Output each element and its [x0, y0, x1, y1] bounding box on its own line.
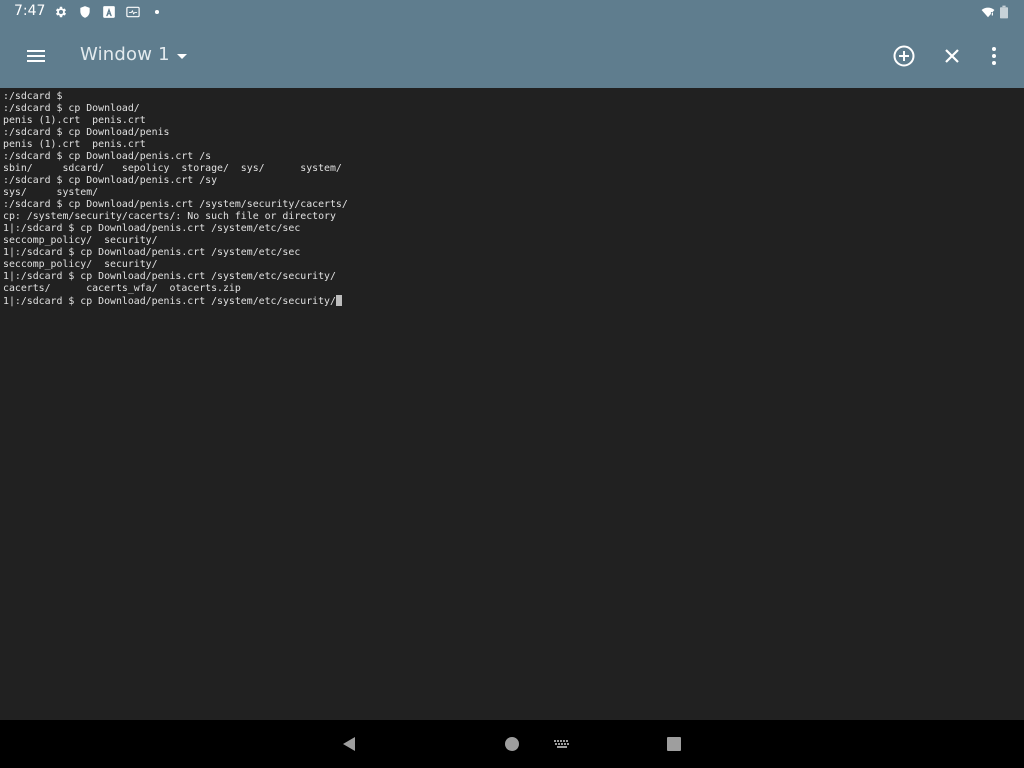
terminal-line: :/sdcard $ cp Download/penis [3, 127, 170, 138]
terminal-line: 1|:/sdcard $ cp Download/penis.crt /syst… [3, 223, 301, 234]
terminal-line: :/sdcard $ cp Download/ [3, 103, 140, 114]
font-a-icon [102, 5, 116, 19]
hamburger-menu-icon[interactable] [12, 32, 60, 80]
terminal-line: penis (1).crt penis.crt [3, 115, 146, 126]
terminal-line: sbin/ sdcard/ sepolicy storage/ sys/ sys… [3, 163, 342, 174]
terminal-current-line: 1|:/sdcard $ cp Download/penis.crt /syst… [3, 295, 1024, 307]
terminal-line: cacerts/ cacerts_wfa/ otacerts.zip [3, 283, 241, 294]
status-time: 7:47 [14, 3, 46, 19]
terminal-line: :/sdcard $ cp Download/penis.crt /system… [3, 199, 348, 210]
terminal-view[interactable]: :/sdcard $ :/sdcard $ cp Download/ penis… [0, 88, 1024, 720]
terminal-line: sys/ system/ [3, 187, 99, 198]
dot-icon [150, 5, 164, 19]
keyboard-icon[interactable] [542, 728, 582, 760]
screen-icon [125, 5, 141, 19]
recents-icon[interactable] [654, 728, 694, 760]
terminal-line: 1|:/sdcard $ cp Download/penis.crt /syst… [3, 271, 336, 282]
more-vert-icon[interactable] [970, 32, 1018, 80]
terminal-line: :/sdcard $ cp Download/penis.crt /sy [3, 175, 218, 186]
shield-icon [78, 5, 92, 19]
terminal-prompt-text: 1|:/sdcard $ cp Download/penis.crt /syst… [3, 296, 336, 307]
gear-icon [54, 5, 68, 19]
status-bar: 7:47 [0, 0, 1024, 24]
terminal-line: cp: /system/security/cacerts/: No such f… [3, 211, 336, 222]
app-toolbar: Window 1 [0, 24, 1024, 88]
terminal-line: :/sdcard $ [3, 91, 63, 102]
terminal-line: penis (1).crt penis.crt [3, 139, 146, 150]
battery-icon [999, 5, 1009, 19]
navigation-bar [0, 720, 1024, 768]
close-icon[interactable] [928, 32, 976, 80]
terminal-line: seccomp_policy/ security/ [3, 259, 158, 270]
add-circle-icon[interactable] [880, 32, 928, 80]
window-title[interactable]: Window 1 [80, 44, 170, 65]
terminal-line: :/sdcard $ cp Download/penis.crt /s [3, 151, 212, 162]
back-icon[interactable] [329, 728, 369, 760]
wifi-icon [980, 5, 996, 19]
arrow-drop-down-icon[interactable] [170, 40, 194, 72]
terminal-line: seccomp_policy/ security/ [3, 235, 158, 246]
home-icon[interactable] [492, 728, 532, 760]
terminal-line: 1|:/sdcard $ cp Download/penis.crt /syst… [3, 247, 301, 258]
terminal-cursor [335, 295, 342, 306]
